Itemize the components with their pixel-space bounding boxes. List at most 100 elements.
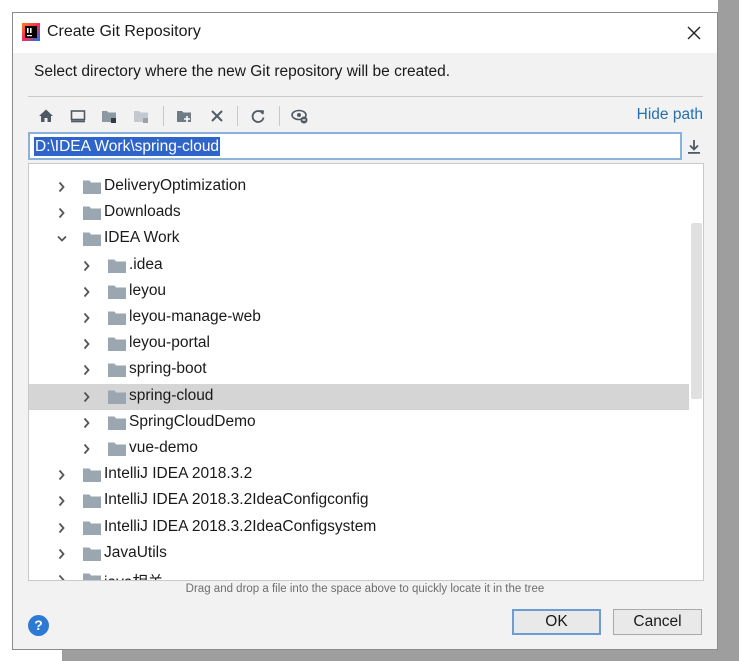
tree-item[interactable]: DeliveryOptimization: [29, 174, 689, 200]
tree-item-label: java相关: [104, 570, 163, 580]
chevron-right-icon[interactable]: [82, 312, 92, 324]
tree-item[interactable]: IntelliJ IDEA 2018.3.2IdeaConfigconfig: [29, 488, 689, 514]
folder-icon: [108, 416, 126, 430]
tree-item-label: IntelliJ IDEA 2018.3.2IdeaConfigconfig: [104, 491, 369, 509]
toolbar-separator: [237, 106, 238, 126]
create-git-repository-dialog: Create Git Repository Select directory w…: [12, 12, 718, 650]
tree-item-label: JavaUtils: [104, 543, 167, 561]
tree-item[interactable]: .idea: [29, 253, 689, 279]
tree-item-label: .idea: [129, 255, 163, 273]
close-icon: [687, 26, 701, 40]
title-bar: Create Git Repository: [13, 13, 717, 53]
chevron-right-icon[interactable]: [82, 443, 92, 455]
project-directory-button[interactable]: [97, 104, 123, 128]
delete-button[interactable]: [204, 104, 230, 128]
tree-scrollbar[interactable]: [689, 164, 703, 580]
intellij-app-icon: [22, 23, 40, 41]
dialog-instructions: Select directory where the new Git repos…: [34, 63, 451, 80]
tree-item-label: SpringCloudDemo: [129, 412, 256, 430]
tree-item[interactable]: SpringCloudDemo: [29, 410, 689, 436]
chevron-right-icon[interactable]: [57, 495, 67, 507]
tree-scrollbar-thumb[interactable]: [691, 223, 702, 399]
chevron-down-icon[interactable]: [57, 233, 67, 245]
help-button[interactable]: ?: [28, 615, 49, 636]
hide-path-link[interactable]: Hide path: [637, 106, 703, 124]
chevron-right-icon[interactable]: [82, 417, 92, 429]
folder-icon: [108, 337, 126, 352]
tree-item-label: spring-boot: [129, 360, 207, 378]
tree-item-label: IDEA Work: [104, 229, 180, 247]
chevron-right-icon[interactable]: [82, 391, 92, 403]
tree-item[interactable]: JavaUtils: [29, 541, 689, 567]
background-panel-bottom: [62, 650, 739, 661]
new-folder-icon: [177, 111, 191, 122]
module-directory-button[interactable]: [129, 104, 155, 128]
folder-icon: [83, 573, 101, 580]
toolbar-separator: [163, 106, 164, 126]
tree-item[interactable]: spring-boot: [29, 357, 689, 383]
folder-icon: [83, 521, 101, 535]
show-hidden-files-button[interactable]: [287, 104, 313, 128]
folder-icon: [83, 180, 101, 194]
tree-item[interactable]: IntelliJ IDEA 2018.3.2IdeaConfigsystem: [29, 515, 689, 541]
tree-item[interactable]: leyou-manage-web: [29, 305, 689, 331]
refresh-button[interactable]: [245, 104, 271, 128]
tree-item-label: spring-cloud: [129, 386, 214, 404]
path-history-button[interactable]: [684, 137, 704, 157]
tree-item[interactable]: spring-cloud: [29, 383, 689, 410]
cancel-button[interactable]: Cancel: [613, 609, 702, 635]
desktop-icon: [70, 110, 86, 123]
tree-item[interactable]: java相关: [29, 567, 689, 581]
drag-drop-hint: Drag and drop a file into the space abov…: [185, 583, 545, 595]
new-folder-button[interactable]: [172, 104, 198, 128]
folder-icon: [108, 311, 126, 325]
chevron-right-icon[interactable]: [82, 338, 92, 350]
tree-item[interactable]: IDEA Work: [29, 226, 689, 252]
path-field[interactable]: D:\IDEA Work\spring-cloud: [28, 132, 682, 160]
folder-icon: [108, 363, 126, 378]
chevron-right-icon[interactable]: [57, 181, 67, 193]
close-button[interactable]: [677, 17, 711, 49]
home-icon: [39, 109, 53, 122]
tree-item-label: leyou-portal: [129, 334, 210, 352]
folder-icon: [108, 390, 126, 404]
show-hidden-icon: [291, 109, 308, 124]
folder-icon: [83, 206, 101, 221]
tree-item-label: leyou: [129, 281, 167, 299]
tree-item[interactable]: vue-demo: [29, 436, 689, 462]
project-folder-icon: [102, 111, 116, 123]
chevron-right-icon[interactable]: [57, 207, 67, 219]
dialog-title: Create Git Repository: [47, 23, 201, 40]
chevron-right-icon[interactable]: [82, 286, 92, 298]
download-icon: [688, 140, 700, 154]
delete-icon: [211, 110, 223, 122]
toolbar-separator: [279, 106, 280, 126]
tree-item-label: leyou-manage-web: [129, 308, 261, 325]
tree-item-label: Downloads: [104, 203, 181, 221]
tree-item[interactable]: IntelliJ IDEA 2018.3.2: [29, 462, 689, 488]
folder-icon: [83, 547, 101, 561]
chevron-right-icon[interactable]: [57, 548, 67, 560]
home-button[interactable]: [33, 104, 59, 128]
directory-tree[interactable]: DeliveryOptimization Downloads IDEA Work .i…: [28, 163, 704, 581]
tree-item-label: IntelliJ IDEA 2018.3.2IdeaConfigsystem: [104, 517, 377, 535]
chevron-right-icon[interactable]: [57, 469, 67, 481]
chevron-right-icon[interactable]: [57, 522, 67, 534]
folder-icon: [83, 494, 101, 509]
ok-button[interactable]: OK: [512, 609, 601, 635]
tree-item[interactable]: leyou: [29, 279, 689, 305]
file-chooser-toolbar: [31, 101, 341, 131]
tree-item-label: DeliveryOptimization: [104, 177, 247, 194]
desktop-button[interactable]: [65, 104, 91, 128]
chevron-right-icon[interactable]: [57, 574, 67, 581]
refresh-icon: [251, 110, 265, 123]
tree-item-label: vue-demo: [129, 439, 198, 456]
folder-icon: [83, 468, 101, 483]
path-field-value: D:\IDEA Work\spring-cloud: [34, 137, 221, 156]
tree-item[interactable]: leyou-portal: [29, 331, 689, 357]
folder-icon: [83, 232, 101, 247]
chevron-right-icon[interactable]: [82, 260, 92, 272]
tree-item[interactable]: Downloads: [29, 200, 689, 226]
folder-icon: [108, 442, 126, 456]
chevron-right-icon[interactable]: [82, 364, 92, 376]
